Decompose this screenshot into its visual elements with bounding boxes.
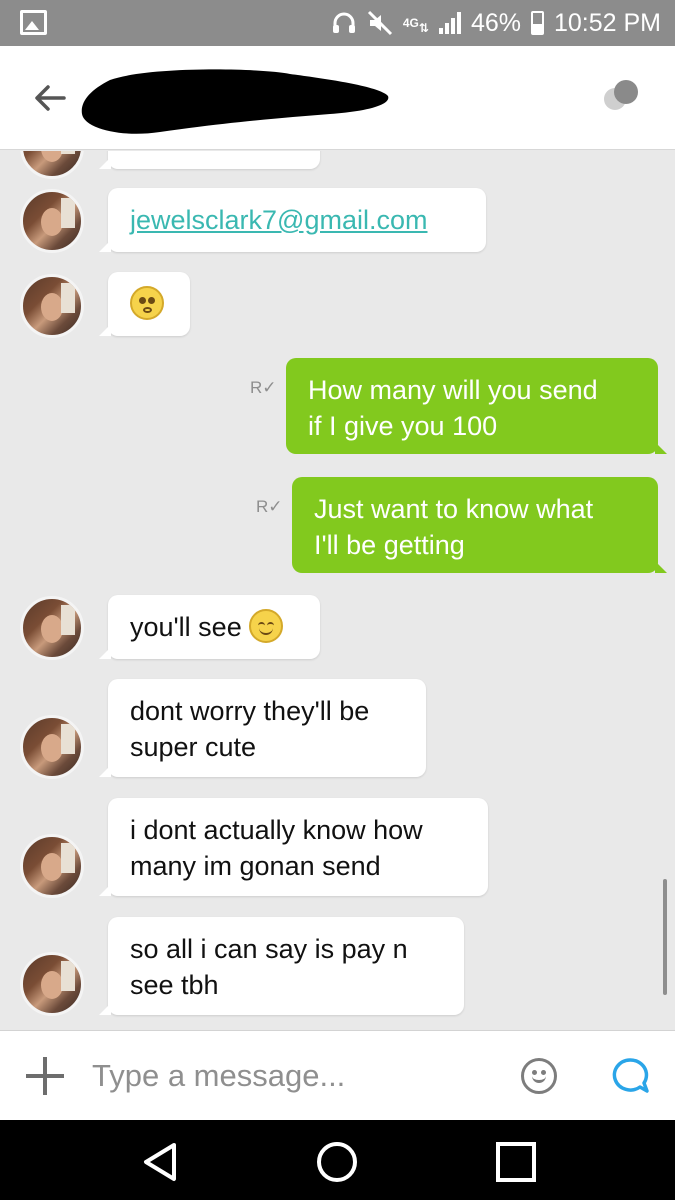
message-text: many im gonan send <box>130 851 381 881</box>
contact-avatar <box>20 189 84 253</box>
message-text: How many will you send <box>308 375 598 405</box>
smiling-face-emoji <box>249 609 284 643</box>
read-receipt: R✓ <box>250 378 277 397</box>
message-text: dont worry they'll be <box>130 696 370 726</box>
network-type: 4G <box>402 15 419 30</box>
message-input[interactable] <box>92 1053 492 1099</box>
status-bar: 4G ⇅ 46% 10:52 PM <box>0 0 675 46</box>
contact-avatar <box>20 715 84 779</box>
battery-percent: 46% <box>470 8 521 37</box>
message-text: see tbh <box>130 970 219 1000</box>
message-list[interactable]: jewelsclark7@gmail.com R✓ How many will … <box>0 151 675 1030</box>
message-text: i dont actually know how <box>130 815 423 845</box>
emoji-icon[interactable] <box>521 1058 557 1094</box>
mute-icon <box>367 10 392 36</box>
message-bubble-incoming[interactable] <box>99 272 190 336</box>
clock: 10:52 PM <box>553 8 661 37</box>
headset-icon <box>332 12 355 33</box>
message-bubble-outgoing[interactable]: Just want to know what I'll be getting <box>292 477 667 573</box>
message-text: super cute <box>130 732 257 762</box>
email-link[interactable]: jewelsclark7@gmail.com <box>130 205 428 235</box>
contact-avatar <box>20 834 84 898</box>
contact-avatar <box>20 274 84 338</box>
gallery-icon <box>20 10 47 35</box>
contact-avatar-icon[interactable] <box>600 78 644 118</box>
back-triangle-icon[interactable] <box>138 1140 182 1184</box>
message-bubble-incoming[interactable]: you'll see <box>99 595 320 659</box>
message-bubble-incoming[interactable]: dont worry they'll be super cute <box>99 679 426 777</box>
scrollbar[interactable] <box>663 879 667 995</box>
read-receipt: R✓ <box>256 497 283 516</box>
status-bar-right: 4G ⇅ 46% 10:52 PM <box>331 0 661 46</box>
message-text: so all i can say is pay n <box>130 934 408 964</box>
message-bubble-incoming[interactable]: jewelsclark7@gmail.com <box>99 188 486 252</box>
home-circle-icon[interactable] <box>315 1140 359 1184</box>
message-text: Just want to know what <box>314 494 594 524</box>
recents-square-icon[interactable] <box>494 1140 538 1184</box>
message-text: if I give you 100 <box>308 411 498 441</box>
message-bubble-partial <box>99 151 320 169</box>
redacted-contact-name <box>81 69 389 134</box>
message-text: I'll be getting <box>314 530 465 560</box>
flushed-face-emoji <box>130 286 164 320</box>
contact-avatar <box>20 596 84 660</box>
contact-avatar <box>20 151 84 179</box>
battery-icon <box>530 11 544 35</box>
lte-icon: 4G ⇅ <box>402 15 429 35</box>
send-bubble-icon[interactable] <box>610 1056 650 1096</box>
system-nav-bar <box>0 1120 675 1200</box>
message-text: you'll see <box>130 612 242 642</box>
back-arrow-icon[interactable] <box>30 78 70 118</box>
message-bubble-outgoing[interactable]: How many will you send if I give you 100 <box>286 358 667 454</box>
message-composer <box>0 1030 675 1120</box>
message-bubble-incoming[interactable]: so all i can say is pay n see tbh <box>99 917 464 1015</box>
chat-header <box>0 46 675 150</box>
plus-icon[interactable] <box>26 1057 64 1095</box>
message-bubble-incoming[interactable]: i dont actually know how many im gonan s… <box>99 798 488 896</box>
contact-avatar <box>20 952 84 1016</box>
signal-icon <box>438 12 461 34</box>
